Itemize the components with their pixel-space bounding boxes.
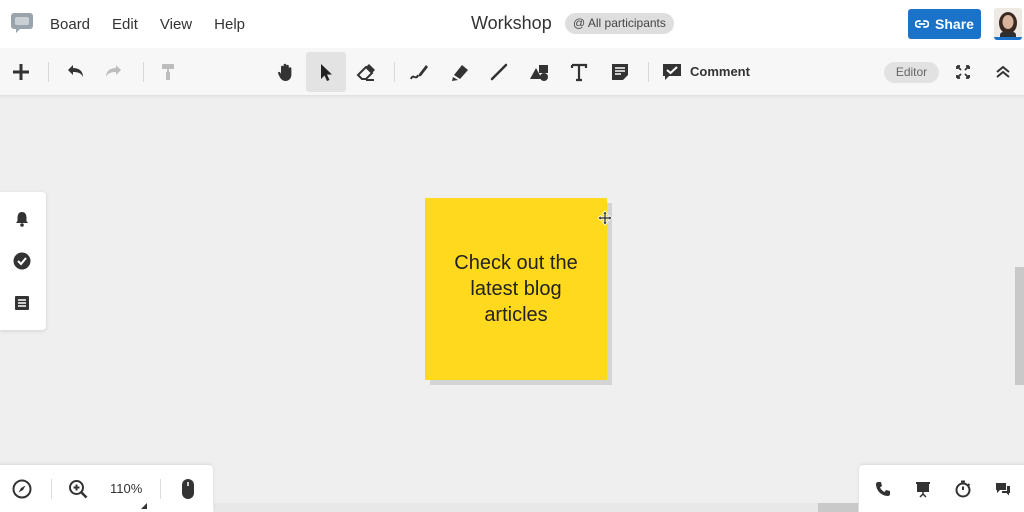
- shapes-icon: [530, 65, 548, 81]
- link-icon: [915, 20, 930, 28]
- menu-bar: Board Edit View Help Workshop @ All part…: [0, 0, 1024, 48]
- hand-tool[interactable]: [266, 52, 306, 92]
- menu-view[interactable]: View: [160, 16, 192, 33]
- menu-help[interactable]: Help: [214, 16, 245, 33]
- fullscreen-button[interactable]: [943, 52, 983, 92]
- call-button[interactable]: [873, 479, 893, 499]
- zoom-in-button[interactable]: [68, 479, 88, 499]
- sticky-note-tool[interactable]: [600, 52, 640, 92]
- notifications-button[interactable]: [11, 208, 33, 230]
- timer-icon: [955, 480, 971, 498]
- main-menu: Board Edit View Help: [50, 0, 245, 48]
- participants-badge[interactable]: @ All participants: [565, 13, 674, 34]
- zoom-level[interactable]: 110%: [110, 481, 142, 496]
- list-icon: [15, 296, 29, 310]
- app-logo-icon[interactable]: [10, 12, 34, 34]
- mouse-mode-button[interactable]: [178, 479, 198, 499]
- timer-button[interactable]: [953, 479, 973, 499]
- avatar-image: [994, 8, 1022, 37]
- chat-icon: [996, 483, 1010, 496]
- navigator-button[interactable]: [12, 479, 32, 499]
- toolbar: Editor: [0, 48, 1024, 96]
- fullscreen-icon: [956, 65, 970, 79]
- board-title[interactable]: Workshop: [471, 13, 552, 34]
- highlighter-icon: [452, 65, 468, 81]
- text-tool[interactable]: [559, 52, 599, 92]
- outline-button[interactable]: [11, 292, 33, 314]
- share-button[interactable]: Share: [908, 9, 981, 39]
- collapse-icon: [996, 65, 1010, 78]
- redo-button[interactable]: [94, 52, 134, 92]
- sticky-note-text[interactable]: Check out the latest blog articles: [441, 250, 591, 328]
- bottom-right-controls: [859, 465, 1024, 512]
- menu-edit[interactable]: Edit: [112, 16, 138, 33]
- sticky-note[interactable]: Check out the latest blog articles: [425, 198, 607, 380]
- shapes-tool[interactable]: [519, 52, 559, 92]
- select-tool[interactable]: [306, 52, 346, 92]
- redo-icon: [106, 65, 121, 77]
- user-avatar[interactable]: [994, 8, 1022, 40]
- comment-tool[interactable]: [652, 52, 692, 92]
- format-painter-button[interactable]: [148, 52, 188, 92]
- share-label: Share: [935, 16, 974, 32]
- bottom-left-controls: 110%: [0, 465, 213, 512]
- chat-button[interactable]: [993, 479, 1013, 499]
- horizontal-scrollbar[interactable]: [818, 503, 858, 512]
- move-cursor-icon: [597, 210, 613, 226]
- comment-icon: [663, 64, 681, 80]
- comment-label[interactable]: Comment: [690, 64, 750, 79]
- line-tool[interactable]: [479, 52, 519, 92]
- menu-board[interactable]: Board: [50, 16, 90, 33]
- editor-role-badge[interactable]: Editor: [884, 62, 939, 83]
- mouse-icon: [182, 479, 194, 499]
- highlighter-tool[interactable]: [440, 52, 480, 92]
- sticky-note-icon: [612, 64, 628, 80]
- undo-icon: [68, 65, 83, 77]
- zoom-in-icon: [69, 480, 88, 499]
- format-painter-icon: [162, 64, 174, 80]
- eraser-icon: [356, 64, 375, 81]
- hand-icon: [277, 63, 292, 81]
- add-button[interactable]: [1, 52, 41, 92]
- pen-tool[interactable]: [399, 52, 439, 92]
- collapse-toolbar-button[interactable]: [983, 52, 1023, 92]
- tasks-button[interactable]: [11, 250, 33, 272]
- phone-icon: [876, 482, 890, 496]
- text-icon: [570, 63, 588, 82]
- compass-icon: [12, 479, 32, 499]
- side-panel: [0, 192, 46, 330]
- select-pointer-icon: [321, 64, 332, 81]
- eraser-tool[interactable]: [346, 52, 386, 92]
- line-icon: [490, 63, 508, 81]
- add-icon: [13, 64, 29, 80]
- undo-button[interactable]: [55, 52, 95, 92]
- bell-icon: [16, 212, 28, 227]
- pen-icon: [410, 65, 428, 80]
- presentation-icon: [916, 482, 930, 498]
- check-circle-icon: [13, 252, 31, 270]
- presentation-button[interactable]: [913, 479, 933, 499]
- vertical-scrollbar[interactable]: [1015, 267, 1024, 385]
- zoom-dropdown-icon[interactable]: [141, 503, 147, 509]
